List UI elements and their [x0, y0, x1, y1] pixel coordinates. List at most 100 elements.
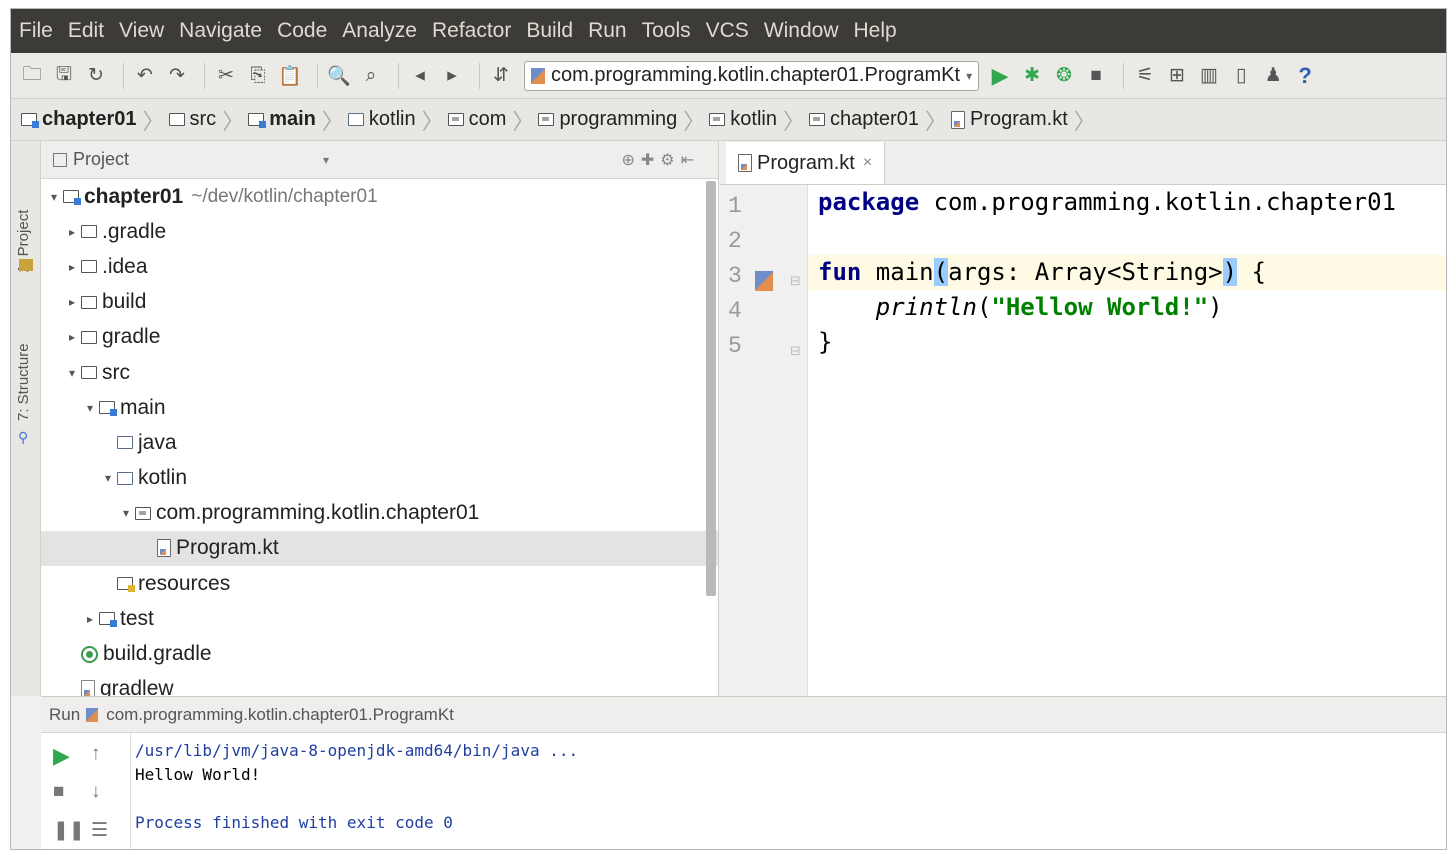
tree-item-selected[interactable]: Program.kt [41, 530, 718, 567]
menu-view[interactable]: View [119, 19, 164, 43]
tree-item[interactable]: ▾ src [41, 355, 718, 390]
rerun-icon[interactable]: ▶ [53, 743, 70, 769]
menu-code[interactable]: Code [277, 19, 327, 43]
tree-item[interactable]: ▾ chapter01 ~/dev/kotlin/chapter01 [41, 179, 718, 214]
back-icon[interactable]: ◂ [407, 63, 433, 89]
menu-run[interactable]: Run [588, 19, 627, 43]
tree-item[interactable]: ▸ .idea [41, 249, 718, 284]
chevron-right-icon[interactable]: ▸ [63, 260, 81, 274]
tree-item[interactable]: ▾ com.programming.kotlin.chapter01 [41, 496, 718, 531]
make-project-icon[interactable]: ⇵ [488, 63, 514, 89]
kotlin-run-icon[interactable] [755, 271, 773, 291]
chevron-down-icon[interactable]: ▾ [45, 190, 63, 204]
fold-icon[interactable]: ⊟ [790, 343, 801, 359]
chevron-down-icon[interactable]: ▾ [81, 401, 99, 415]
run-panel-config[interactable]: com.programming.kotlin.chapter01.Program… [106, 705, 454, 725]
chevron-right-icon[interactable]: ▸ [81, 612, 99, 626]
breadcrumb-item[interactable]: chapter01 〉 [21, 104, 165, 136]
debug-icon[interactable]: ✱ [1019, 63, 1045, 89]
menu-help[interactable]: Help [854, 19, 897, 43]
code-area[interactable]: package com.programming.kotlin.chapter01… [808, 185, 1446, 696]
tree-item[interactable]: java [41, 425, 718, 460]
menu-tools[interactable]: Tools [642, 19, 691, 43]
chevron-right-icon[interactable]: ▸ [63, 295, 81, 309]
chevron-right-icon[interactable]: ▸ [63, 225, 81, 239]
device-monitor-icon[interactable]: ▯ [1228, 63, 1254, 89]
stop-icon[interactable]: ■ [1083, 63, 1109, 89]
open-folder-icon[interactable]: 🗀 [19, 63, 45, 89]
breadcrumb-item[interactable]: main 〉 [248, 104, 344, 136]
sdk-manager-icon[interactable]: ⊞ [1164, 63, 1190, 89]
replace-icon[interactable]: ⌕ [358, 63, 384, 89]
tree-item[interactable]: build.gradle [41, 636, 718, 671]
breadcrumb-item[interactable]: kotlin 〉 [709, 104, 805, 136]
menu-analyze[interactable]: Analyze [342, 19, 417, 43]
android-icon[interactable]: ♟ [1260, 63, 1286, 89]
breadcrumb-item[interactable]: src 〉 [168, 104, 244, 136]
redo-icon[interactable]: ↷ [164, 63, 190, 89]
breadcrumb-item[interactable]: com 〉 [447, 104, 534, 136]
console-output[interactable]: /usr/lib/jvm/java-8-openjdk-amd64/bin/ja… [135, 739, 578, 835]
sync-icon[interactable]: ↻ [83, 63, 109, 89]
coverage-icon[interactable]: ❂ [1051, 63, 1077, 89]
chevron-right-icon[interactable]: ▸ [63, 330, 81, 344]
paste-icon[interactable]: 📋 [277, 63, 303, 89]
menu-navigate[interactable]: Navigate [179, 19, 262, 43]
menu-build[interactable]: Build [526, 19, 573, 43]
breadcrumb-item[interactable]: programming 〉 [538, 104, 705, 136]
menu-vcs[interactable]: VCS [706, 19, 749, 43]
run-configuration-select[interactable]: com.programming.kotlin.chapter01.Program… [524, 60, 980, 91]
scrollbar[interactable] [706, 181, 716, 596]
help-icon[interactable]: ? [1292, 63, 1318, 89]
tree-item[interactable]: ▸ build [41, 285, 718, 320]
stop-icon[interactable]: ■ [53, 781, 64, 803]
project-panel-title[interactable]: Project [73, 149, 129, 170]
run-panel: Run com.programming.kotlin.chapter01.Pro… [41, 696, 1446, 849]
file-icon [81, 680, 95, 696]
save-icon[interactable]: 🖫 [51, 63, 77, 89]
avd-manager-icon[interactable]: ▥ [1196, 63, 1222, 89]
gear-icon[interactable]: ⚙ [660, 152, 680, 169]
breadcrumb-item[interactable]: chapter01 〉 [809, 104, 947, 136]
toolbar-separator [479, 62, 480, 89]
menu-refactor[interactable]: Refactor [432, 19, 511, 43]
find-icon[interactable]: 🔍 [326, 63, 352, 89]
chevron-down-icon[interactable]: ▾ [117, 506, 135, 520]
hide-panel-icon[interactable]: ⇤ [681, 152, 700, 169]
breadcrumb-item[interactable]: kotlin 〉 [347, 104, 444, 136]
project-tool-icon [19, 259, 33, 271]
chevron-down-icon[interactable]: ▾ [99, 471, 117, 485]
run-icon[interactable]: ▶ [987, 63, 1013, 89]
run-panel-label[interactable]: Run [49, 705, 80, 725]
folder-icon [168, 113, 185, 126]
copy-icon[interactable]: ⎘ [245, 63, 271, 89]
forward-icon[interactable]: ▸ [439, 63, 465, 89]
collapse-all-icon[interactable]: ✚ [641, 152, 660, 169]
scroll-from-source-icon[interactable]: ⊕ [621, 152, 640, 169]
arrow-up-icon[interactable]: ↑ [91, 743, 101, 765]
undo-icon[interactable]: ↶ [132, 63, 158, 89]
chevron-down-icon[interactable]: ▾ [323, 153, 329, 167]
pause-icon[interactable]: ❚❚ [53, 819, 85, 842]
cut-icon[interactable]: ✂ [213, 63, 239, 89]
tree-item[interactable]: ▸ .gradle [41, 214, 718, 249]
tree-item[interactable]: ▸ gradle [41, 320, 718, 355]
tree-item[interactable]: ▾ kotlin [41, 461, 718, 496]
close-icon[interactable]: × [863, 154, 872, 172]
side-tab-structure[interactable]: 7: Structure [15, 343, 32, 421]
soft-wrap-icon[interactable]: ☰ [91, 819, 108, 842]
tab-program-kt[interactable]: Program.kt × [726, 142, 886, 184]
tree-item[interactable]: gradlew [41, 672, 718, 696]
project-structure-icon[interactable]: ⚟ [1132, 63, 1158, 89]
tree-item[interactable]: resources [41, 566, 718, 601]
line-number: 3 [728, 263, 742, 289]
arrow-down-icon[interactable]: ↓ [91, 781, 101, 803]
menu-edit[interactable]: Edit [68, 19, 104, 43]
breadcrumb-item[interactable]: Program.kt 〉 [950, 104, 1096, 136]
chevron-down-icon[interactable]: ▾ [63, 366, 81, 380]
tree-item[interactable]: ▸ test [41, 601, 718, 636]
menu-file[interactable]: File [19, 19, 53, 43]
tree-item[interactable]: ▾ main [41, 390, 718, 425]
fold-icon[interactable]: ⊟ [790, 273, 801, 289]
menu-window[interactable]: Window [764, 19, 839, 43]
